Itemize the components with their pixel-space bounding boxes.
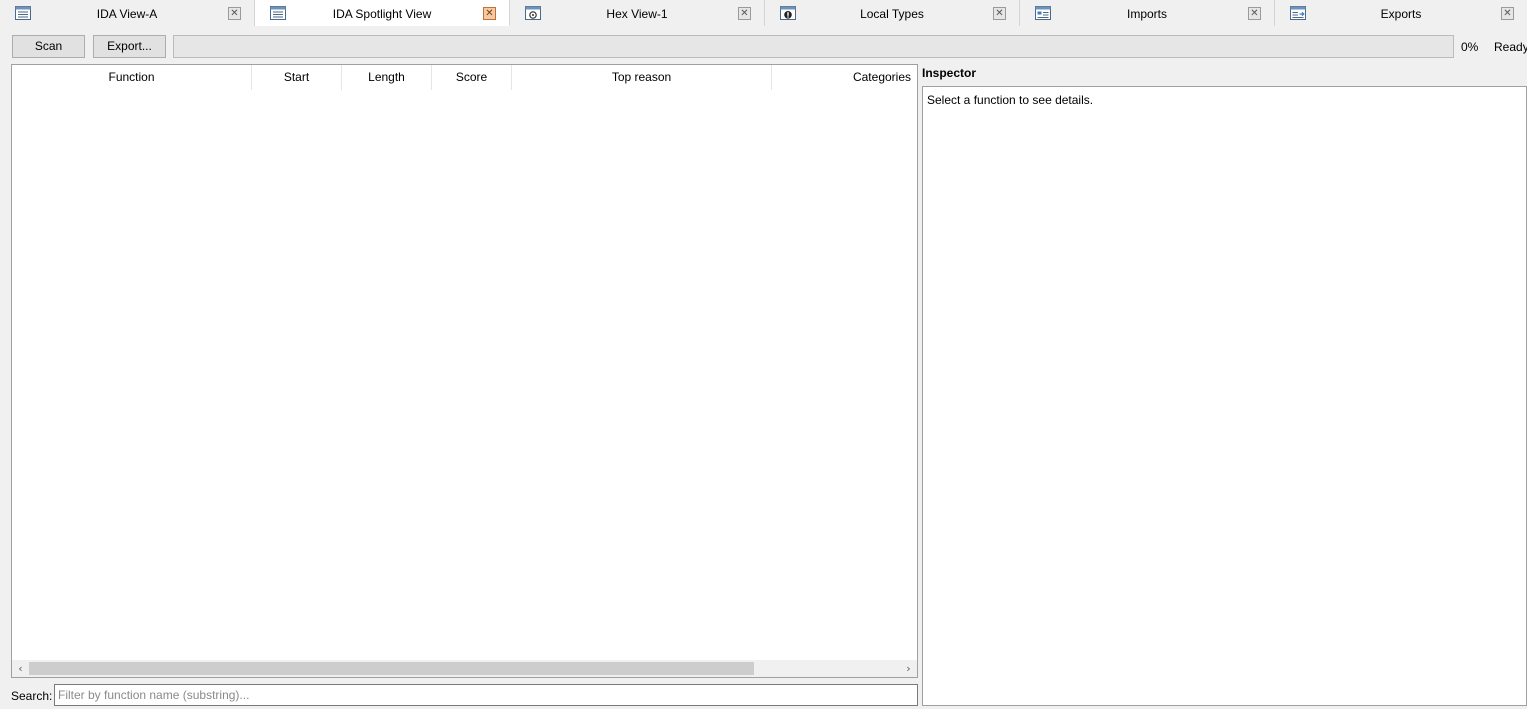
scroll-left-icon[interactable]: ‹ (12, 660, 29, 677)
tab-label: IDA Spotlight View (332, 7, 432, 21)
close-icon[interactable]: ✕ (483, 7, 496, 20)
column-header-top-reason[interactable]: Top reason (512, 65, 772, 90)
close-icon[interactable]: ✕ (738, 7, 751, 20)
status-label: Ready (1494, 40, 1527, 54)
tab-local-types[interactable]: Local Types ✕ (765, 0, 1020, 26)
scroll-right-icon[interactable]: › (900, 660, 917, 677)
close-icon[interactable]: ✕ (228, 7, 241, 20)
tab-exports[interactable]: Exports ✕ (1275, 0, 1527, 26)
column-header-start[interactable]: Start (252, 65, 342, 90)
tab-imports[interactable]: Imports ✕ (1020, 0, 1275, 26)
column-header-score[interactable]: Score (432, 65, 512, 90)
column-header-categories[interactable]: Categories (772, 65, 917, 90)
tab-label: Exports (1380, 7, 1422, 21)
column-header-function[interactable]: Function (12, 65, 252, 90)
inspector-title: Inspector (922, 66, 977, 80)
disassembly-icon (15, 6, 31, 20)
ida-window: IDA View-A ✕ IDA Spotlight View ✕ Hex Vi… (0, 0, 1527, 709)
tab-label: Local Types (860, 7, 924, 21)
progress-percent-label: 0% (1461, 40, 1479, 54)
search-label: Search: (11, 689, 53, 703)
tab-ida-view-a[interactable]: IDA View-A ✕ (0, 0, 255, 26)
inspector-panel[interactable]: Select a function to see details. (922, 86, 1527, 706)
scrollbar-thumb[interactable] (29, 662, 754, 675)
close-icon[interactable]: ✕ (1501, 7, 1514, 20)
export-button[interactable]: Export... (93, 35, 166, 58)
scan-button[interactable]: Scan (12, 35, 85, 58)
exports-icon (1290, 6, 1306, 20)
table-body (12, 91, 917, 660)
search-input[interactable] (54, 684, 918, 706)
hex-view-icon (525, 6, 541, 20)
horizontal-scrollbar[interactable]: ‹ › (12, 660, 917, 677)
column-header-length[interactable]: Length (342, 65, 432, 90)
tab-label: Imports (1126, 7, 1167, 21)
functions-table[interactable]: Function Start Length Score Top reason C… (11, 64, 918, 678)
scan-progress-bar (173, 35, 1454, 58)
inspector-placeholder-text: Select a function to see details. (927, 93, 1094, 107)
tab-bar: IDA View-A ✕ IDA Spotlight View ✕ Hex Vi… (0, 0, 1527, 26)
tab-label: IDA View-A (96, 7, 158, 21)
close-icon[interactable]: ✕ (993, 7, 1006, 20)
tab-ida-spotlight-view[interactable]: IDA Spotlight View ✕ (255, 0, 510, 26)
table-header: Function Start Length Score Top reason C… (12, 65, 917, 91)
close-icon[interactable]: ✕ (1248, 7, 1261, 20)
imports-icon (1035, 6, 1051, 20)
tab-hex-view-1[interactable]: Hex View-1 ✕ (510, 0, 765, 26)
disassembly-icon (270, 6, 286, 20)
tab-label: Hex View-1 (606, 7, 668, 21)
local-types-icon (780, 6, 796, 20)
